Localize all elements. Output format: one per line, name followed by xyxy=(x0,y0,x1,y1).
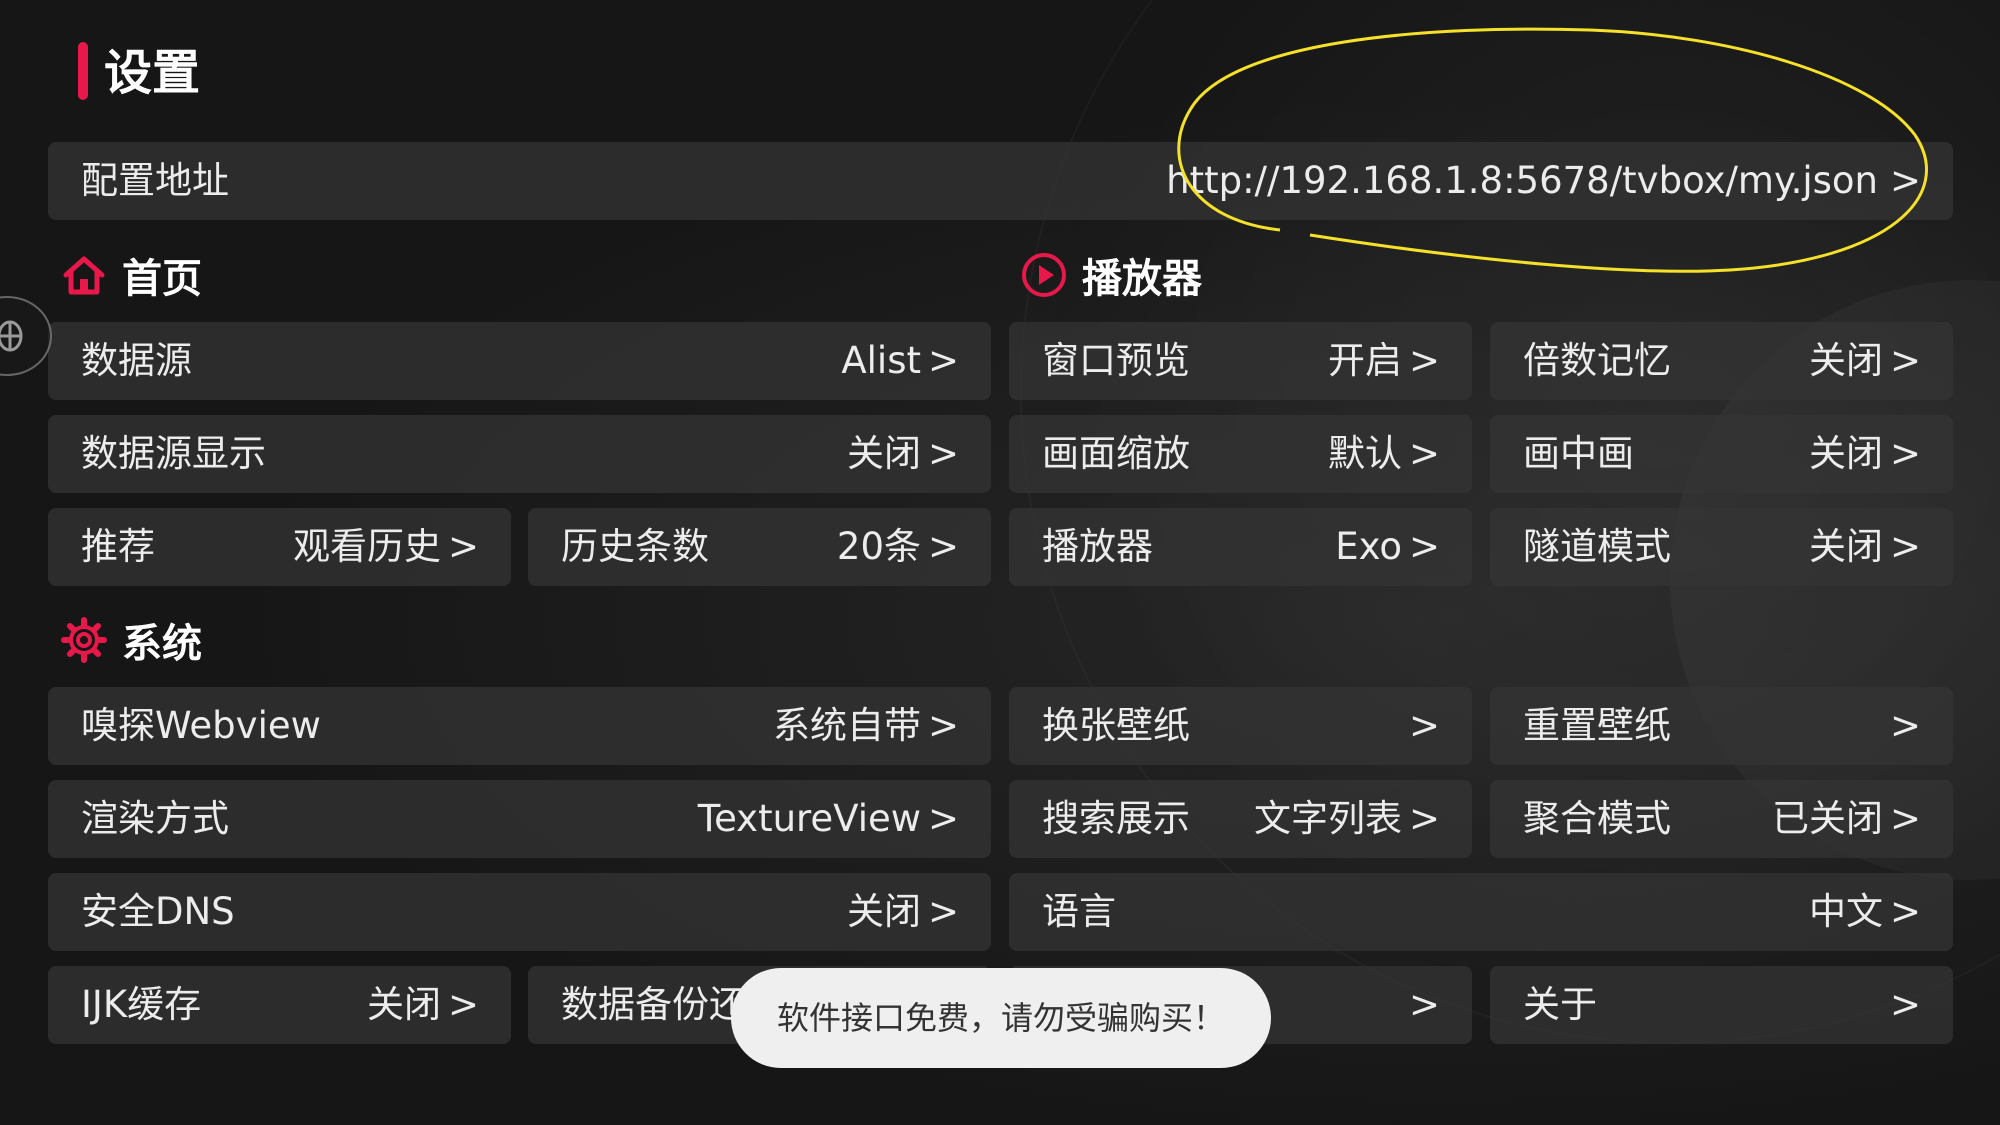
pip-value: 关闭 xyxy=(1809,432,1883,475)
data-source-value: Alist xyxy=(841,339,921,382)
window-preview-item[interactable]: 窗口预览 开启 > xyxy=(1009,322,1472,400)
chevron-right-icon: > xyxy=(447,983,479,1026)
search-display-label: 搜索展示 xyxy=(1042,797,1190,840)
chevron-right-icon: > xyxy=(447,525,479,568)
secure-dns-item[interactable]: 安全DNS 关闭 > xyxy=(48,873,991,951)
sniff-webview-label: 嗅探Webview xyxy=(81,704,321,747)
sniff-webview-value: 系统自带 xyxy=(773,704,921,747)
ijk-cache-item[interactable]: IJK缓存 关闭 > xyxy=(48,966,511,1044)
player-type-item[interactable]: 播放器 Exo > xyxy=(1009,508,1472,586)
pip-label: 画中画 xyxy=(1523,432,1634,475)
secure-dns-value: 关闭 xyxy=(847,890,921,933)
history-count-label: 历史条数 xyxy=(561,525,709,568)
sniff-webview-item[interactable]: 嗅探Webview 系统自带 > xyxy=(48,687,991,765)
render-mode-label: 渲染方式 xyxy=(81,797,229,840)
history-count-item[interactable]: 历史条数 20条 > xyxy=(528,508,991,586)
section-player-header: 播放器 xyxy=(1020,245,1202,305)
chevron-right-icon: > xyxy=(1889,339,1921,382)
render-mode-value: TextureView xyxy=(697,797,921,840)
aggregate-mode-item[interactable]: 聚合模式 已关闭 > xyxy=(1490,780,1953,858)
chevron-right-icon: > xyxy=(1889,432,1921,475)
home-icon xyxy=(63,256,105,295)
recommend-label: 推荐 xyxy=(81,525,155,568)
tunnel-mode-value: 关闭 xyxy=(1809,525,1883,568)
chevron-right-icon: > xyxy=(1889,890,1921,933)
language-value: 中文 xyxy=(1809,890,1883,933)
data-source-display-item[interactable]: 数据源显示 关闭 > xyxy=(48,415,991,493)
speed-memory-item[interactable]: 倍数记忆 关闭 > xyxy=(1490,322,1953,400)
ijk-cache-value: 关闭 xyxy=(367,983,441,1026)
data-source-display-label: 数据源显示 xyxy=(81,432,266,475)
page-title: 设置 xyxy=(104,45,201,101)
chevron-right-icon: > xyxy=(1889,983,1921,1026)
section-player-title: 播放器 xyxy=(1082,256,1202,302)
section-system-header: 系统 xyxy=(60,610,202,670)
chevron-right-icon: > xyxy=(1408,432,1440,475)
player-type-value: Exo xyxy=(1335,525,1402,568)
aggregate-mode-label: 聚合模式 xyxy=(1523,797,1671,840)
bug-icon xyxy=(0,320,23,352)
chevron-right-icon: > xyxy=(927,432,959,475)
config-address-value: http://192.168.1.8:5678/tvbox/my.json xyxy=(1166,159,1878,202)
chevron-right-icon: > xyxy=(1408,797,1440,840)
search-display-value: 文字列表 xyxy=(1254,797,1402,840)
recommend-item[interactable]: 推荐 观看历史 > xyxy=(48,508,511,586)
gear-icon xyxy=(61,617,107,663)
side-floating-button[interactable] xyxy=(0,296,52,376)
secure-dns-label: 安全DNS xyxy=(81,890,235,933)
scaling-item[interactable]: 画面缩放 默认 > xyxy=(1009,415,1472,493)
window-preview-value: 开启 xyxy=(1328,339,1402,382)
chevron-right-icon: > xyxy=(927,797,959,840)
about-label: 关于 xyxy=(1523,983,1597,1026)
reset-wallpaper-item[interactable]: 重置壁纸 > xyxy=(1490,687,1953,765)
chevron-right-icon: > xyxy=(1889,159,1921,202)
title-accent-bar xyxy=(78,42,88,100)
tunnel-mode-label: 隧道模式 xyxy=(1523,525,1671,568)
language-item[interactable]: 语言 中文 > xyxy=(1009,873,1953,951)
section-home-header: 首页 xyxy=(60,245,202,305)
config-address-label: 配置地址 xyxy=(81,159,229,202)
chevron-right-icon: > xyxy=(927,525,959,568)
chevron-right-icon: > xyxy=(1408,983,1440,1026)
tunnel-mode-item[interactable]: 隧道模式 关闭 > xyxy=(1490,508,1953,586)
language-label: 语言 xyxy=(1042,890,1116,933)
reset-wallpaper-label: 重置壁纸 xyxy=(1523,704,1671,747)
section-system-title: 系统 xyxy=(122,621,202,667)
change-wallpaper-label: 换张壁纸 xyxy=(1042,704,1190,747)
speed-memory-label: 倍数记忆 xyxy=(1523,339,1671,382)
chevron-right-icon: > xyxy=(1889,525,1921,568)
chevron-right-icon: > xyxy=(1889,797,1921,840)
ijk-cache-label: IJK缓存 xyxy=(81,983,202,1026)
play-circle-icon xyxy=(1022,253,1066,297)
data-source-label: 数据源 xyxy=(81,339,192,382)
config-address-item[interactable]: 配置地址 http://192.168.1.8:5678/tvbox/my.js… xyxy=(48,142,1953,220)
chevron-right-icon: > xyxy=(927,704,959,747)
chevron-right-icon: > xyxy=(1408,525,1440,568)
about-item[interactable]: 关于 > xyxy=(1490,966,1953,1044)
render-mode-item[interactable]: 渲染方式 TextureView > xyxy=(48,780,991,858)
chevron-right-icon: > xyxy=(1408,704,1440,747)
window-preview-label: 窗口预览 xyxy=(1042,339,1190,382)
toast-message: 软件接口免费，请勿受骗购买！ xyxy=(731,968,1271,1068)
pip-item[interactable]: 画中画 关闭 > xyxy=(1490,415,1953,493)
speed-memory-value: 关闭 xyxy=(1809,339,1883,382)
player-type-label: 播放器 xyxy=(1042,525,1153,568)
data-source-display-value: 关闭 xyxy=(847,432,921,475)
chevron-right-icon: > xyxy=(1889,704,1921,747)
history-count-value: 20条 xyxy=(836,525,921,568)
chevron-right-icon: > xyxy=(927,890,959,933)
backup-label: 数据备份还 xyxy=(561,983,746,1026)
change-wallpaper-item[interactable]: 换张壁纸 > xyxy=(1009,687,1472,765)
recommend-value: 观看历史 xyxy=(293,525,441,568)
data-source-item[interactable]: 数据源 Alist > xyxy=(48,322,991,400)
search-display-item[interactable]: 搜索展示 文字列表 > xyxy=(1009,780,1472,858)
chevron-right-icon: > xyxy=(1408,339,1440,382)
section-home-title: 首页 xyxy=(122,256,202,302)
scaling-value: 默认 xyxy=(1328,432,1402,475)
chevron-right-icon: > xyxy=(927,339,959,382)
aggregate-mode-value: 已关闭 xyxy=(1772,797,1883,840)
scaling-label: 画面缩放 xyxy=(1042,432,1190,475)
